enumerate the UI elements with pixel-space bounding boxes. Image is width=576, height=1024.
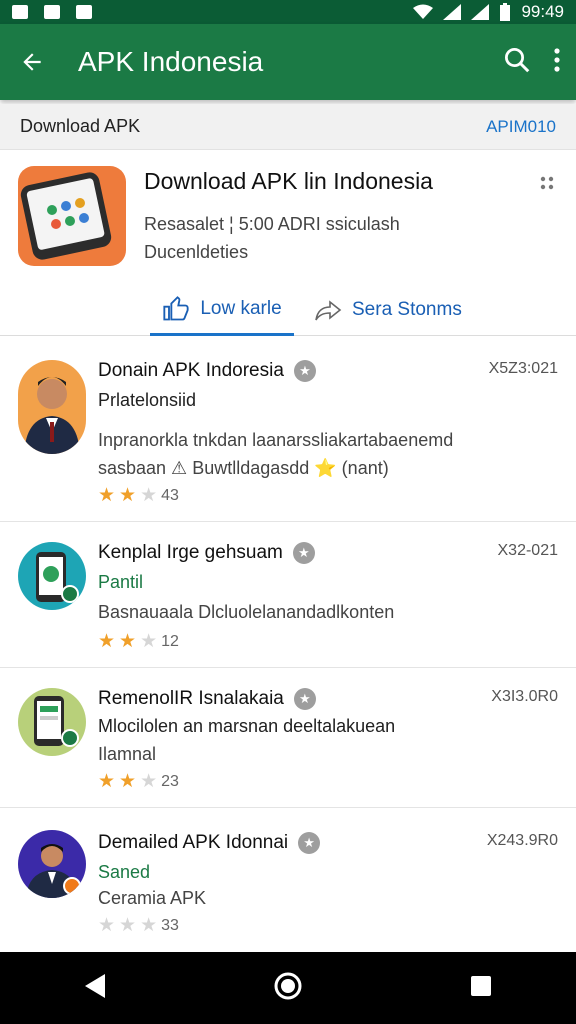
share-tab-label: Sera Stonms (352, 299, 462, 320)
app-notification-icon (76, 5, 92, 19)
item-subtitle: Prlatelonsiid (98, 390, 197, 410)
rating: ★ ★ ★ 33 (98, 916, 179, 935)
gallery-notification-icon (12, 5, 28, 19)
item-title-text: Demailed APK Idonnai (98, 832, 289, 853)
item-description: Ilamnal (98, 744, 157, 764)
item-title: Donain APK Indoresia ★ (98, 360, 316, 382)
item-description-2: sasbaan ⚠ Buwtlldagasdd ⭐ (nant) (98, 458, 389, 478)
page-title: APK Indonesia (78, 46, 264, 77)
avatar (18, 688, 86, 756)
item-title-text: RemenolIR Isnalakaia (98, 688, 284, 709)
battery-icon (500, 3, 511, 21)
star-icon: ★ (140, 771, 158, 792)
verified-badge-icon: ★ (292, 542, 315, 564)
item-title-text: Donain APK Indoresia (98, 360, 284, 381)
star-icon: ★ (119, 631, 137, 652)
star-icon: ★ (98, 771, 116, 792)
list-item[interactable]: Donain APK Indoresia ★ X5Z3:021 Prlatelo… (0, 338, 576, 522)
rating-count: 23 (161, 772, 179, 790)
nav-home-button[interactable] (273, 971, 303, 1006)
nav-recents-button[interactable] (469, 974, 493, 1003)
rating-count: 12 (161, 632, 179, 650)
section-link[interactable]: APIM010 (486, 117, 556, 137)
rating: ★ ★ ★ 12 (98, 632, 179, 651)
list-item[interactable]: Demailed APK Idonnai ★ X243.9R0 Saned Ce… (0, 808, 576, 952)
item-code: X243.9R0 (486, 832, 558, 849)
back-button[interactable] (0, 24, 64, 100)
item-subtitle: Mlocilolen an marsnan deeltalakuean (98, 716, 396, 736)
item-title: Demailed APK Idonnai ★ (98, 832, 321, 854)
verified-badge-icon: ★ (293, 360, 316, 382)
search-button[interactable] (502, 45, 532, 80)
avatar (18, 542, 86, 610)
signal-icon-2 (471, 4, 490, 20)
list-item[interactable]: Kenplal Irge gehsuam ★ X32-021 Pantil Ba… (0, 522, 576, 668)
app-icon (18, 166, 126, 266)
app-title: Download APK lin Indonesia (144, 168, 433, 194)
item-code: X32-021 (497, 542, 559, 559)
item-description: Basnauaala Dlcluolelanandadlkonten (98, 602, 395, 622)
card-more-button[interactable] (540, 176, 554, 195)
wifi-icon (413, 4, 434, 19)
rating: ★ ★ ★ 23 (98, 772, 179, 791)
section-header: Download APK APIM010 (0, 104, 576, 150)
item-title: Kenplal Irge gehsuam ★ (98, 542, 315, 564)
star-icon: ★ (98, 915, 116, 936)
avatar (18, 830, 86, 898)
back-triangle-icon (85, 973, 105, 998)
share-tab[interactable]: Sera Stonms (314, 284, 462, 336)
like-tab[interactable]: Low karle (150, 284, 294, 336)
like-tab-label: Low karle (200, 297, 282, 319)
star-icon: ★ (119, 915, 137, 936)
star-icon: ★ (140, 915, 158, 936)
list-item[interactable]: RemenolIR Isnalakaia ★ X3I3.0R0 Mlocilol… (0, 668, 576, 808)
star-icon: ★ (98, 485, 116, 506)
app-bar: APK Indonesia (0, 24, 576, 100)
item-code: X5Z3:021 (488, 360, 558, 377)
item-title: RemenolIR Isnalakaia ★ (98, 688, 316, 710)
status-time: 99:49 (521, 2, 564, 21)
verified-badge-icon: ★ (298, 832, 321, 854)
item-code: X3I3.0R0 (491, 688, 558, 705)
system-nav-bar (0, 952, 576, 1024)
overflow-menu-button[interactable] (552, 47, 562, 78)
nav-back-button[interactable] (83, 973, 107, 1004)
thumbs-up-icon (163, 295, 189, 320)
rating-count: 33 (161, 916, 179, 934)
item-title-text: Kenplal Irge gehsuam (98, 542, 283, 563)
star-icon: ★ (119, 771, 137, 792)
avatar (18, 360, 86, 454)
drag-handle-icon (540, 176, 554, 190)
verified-badge-icon: ★ (293, 688, 316, 710)
signal-icon (443, 4, 462, 20)
section-label: Download APK (20, 116, 141, 136)
message-notification-icon (44, 5, 60, 19)
app-category: Ducenldeties (144, 242, 249, 262)
star-icon: ★ (140, 631, 158, 652)
more-vert-icon (554, 47, 560, 72)
rating-count: 43 (161, 486, 179, 504)
featured-app-card: Download APK lin Indonesia Resasalet ¦ 5… (0, 150, 576, 336)
item-subtitle: Pantil (98, 572, 144, 592)
star-icon: ★ (140, 485, 158, 506)
search-icon (505, 47, 530, 72)
star-icon: ★ (119, 485, 137, 506)
back-arrow-icon (23, 53, 41, 71)
status-bar: 99:49 (0, 0, 576, 24)
item-description: Ceramia APK (98, 888, 207, 908)
share-arrow-icon (315, 300, 342, 321)
app-description: Resasalet ¦ 5:00 ADRI ssiculash (144, 214, 400, 234)
star-icon: ★ (98, 631, 116, 652)
item-subtitle: Saned (98, 862, 151, 882)
home-circle-icon (274, 972, 302, 999)
item-description: Inpranorkla tnkdan laanarssliakartabaene… (98, 430, 454, 450)
recents-square-icon (471, 975, 491, 996)
rating: ★ ★ ★ 43 (98, 486, 179, 505)
